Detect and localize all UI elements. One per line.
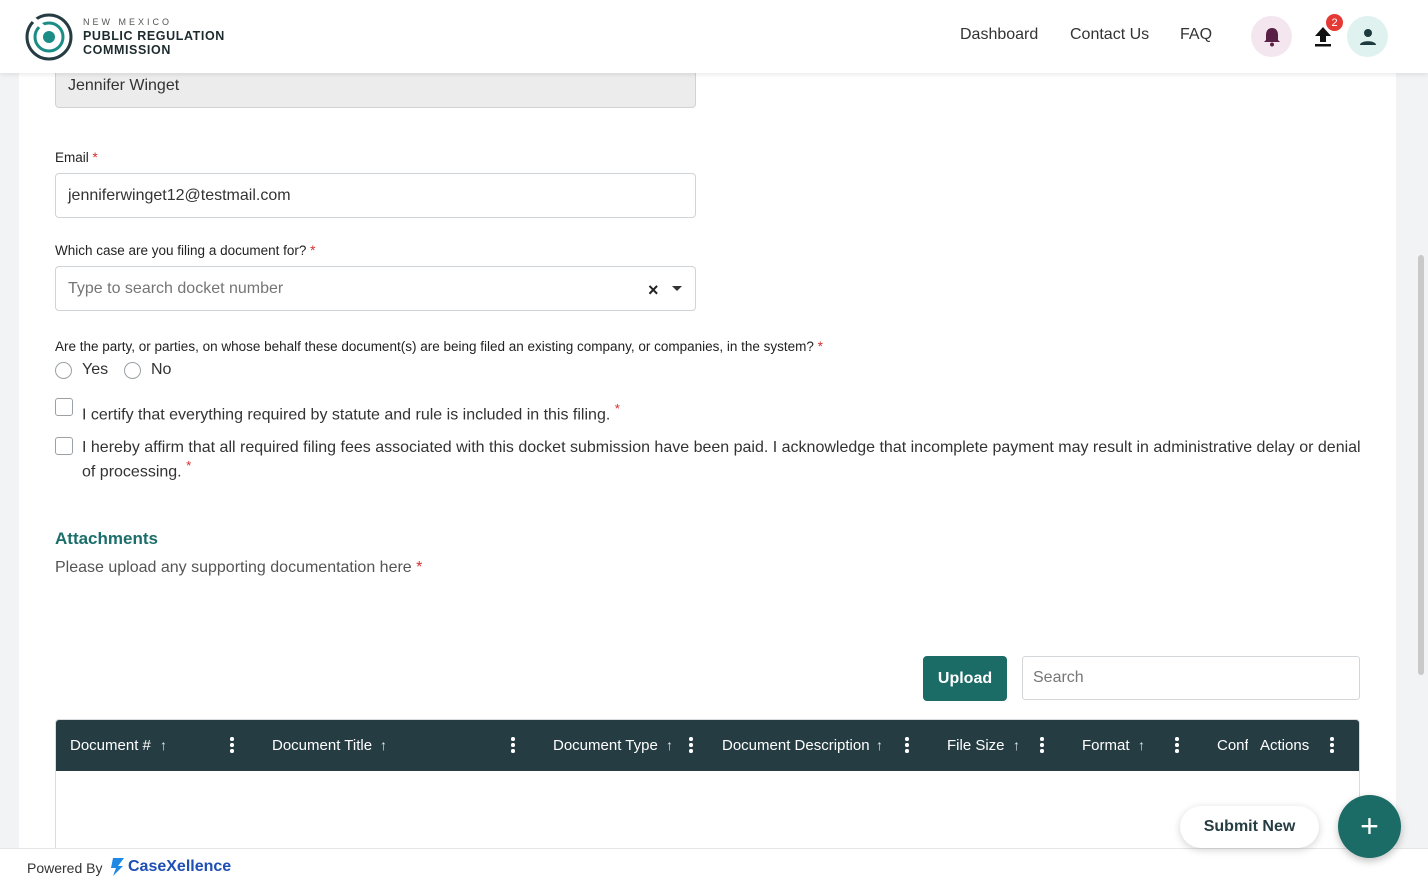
- plus-icon: +: [1360, 808, 1379, 844]
- affirm-label[interactable]: I hereby affirm that all required filing…: [82, 439, 1367, 481]
- nav-dashboard[interactable]: Dashboard: [960, 26, 1038, 44]
- attachments-heading: Attachments: [55, 529, 158, 548]
- name-value: Jennifer Winget: [68, 76, 180, 94]
- party-question: Are the party, or parties, on whose beha…: [55, 339, 823, 354]
- column-menu-icon[interactable]: [511, 737, 515, 753]
- nav-faq[interactable]: FAQ: [1180, 26, 1212, 44]
- column-menu-icon[interactable]: [1175, 737, 1179, 753]
- docket-search-select[interactable]: Type to search docket number: [55, 266, 696, 311]
- attachments-subtitle: Please upload any supporting documentati…: [55, 559, 423, 576]
- nav-contact-us[interactable]: Contact Us: [1070, 26, 1149, 44]
- top-header: NEW MEXICO PUBLIC REGULATION COMMISSION …: [0, 0, 1428, 73]
- sort-arrow-icon[interactable]: ↑: [876, 737, 883, 753]
- clear-icon[interactable]: ×: [648, 280, 659, 301]
- docket-placeholder: Type to search docket number: [68, 279, 284, 297]
- certify-checkbox[interactable]: [55, 398, 73, 416]
- user-menu-button[interactable]: [1347, 16, 1388, 57]
- email-value: jenniferwinget12@testmail.com: [68, 186, 291, 204]
- chevron-down-icon[interactable]: [672, 286, 682, 291]
- case-label: Which case are you filing a document for…: [55, 243, 316, 258]
- column-menu-icon[interactable]: [905, 737, 909, 753]
- prc-logo[interactable]: NEW MEXICO PUBLIC REGULATION COMMISSION: [24, 10, 225, 62]
- col-document-description[interactable]: Document Description: [722, 737, 870, 754]
- radio-no-label[interactable]: No: [151, 361, 171, 379]
- sort-arrow-icon[interactable]: ↑: [1138, 737, 1145, 753]
- sort-arrow-icon[interactable]: ↑: [160, 737, 167, 753]
- footer: Powered By CaseXellence: [0, 848, 1428, 885]
- radio-no[interactable]: [124, 362, 141, 379]
- affirm-checkbox[interactable]: [55, 437, 73, 455]
- col-document-type[interactable]: Document Type: [553, 737, 658, 754]
- bell-icon: [1263, 27, 1280, 46]
- org-line-1: NEW MEXICO: [83, 17, 173, 27]
- col-format[interactable]: Format: [1082, 737, 1130, 754]
- submit-new-button[interactable]: Submit New: [1180, 806, 1319, 848]
- column-menu-icon[interactable]: [1040, 737, 1044, 753]
- add-fab-button[interactable]: +: [1338, 795, 1401, 858]
- sort-arrow-icon[interactable]: ↑: [666, 737, 673, 753]
- certify-label[interactable]: I certify that everything required by st…: [82, 400, 620, 424]
- col-file-size[interactable]: File Size: [947, 737, 1005, 754]
- casexellence-text: CaseXellence: [128, 858, 232, 875]
- radio-yes-label[interactable]: Yes: [82, 361, 108, 379]
- prc-logo-icon: [25, 13, 73, 61]
- email-label: Email *: [55, 150, 98, 165]
- column-menu-icon[interactable]: [689, 737, 693, 753]
- user-icon: [1359, 28, 1376, 45]
- search-placeholder: Search: [1033, 669, 1084, 686]
- radio-yes[interactable]: [55, 362, 72, 379]
- notifications-button[interactable]: [1251, 16, 1292, 57]
- attachments-table: Document # ↑ Document Title ↑ Document T…: [55, 719, 1360, 859]
- scrollbar-thumb[interactable]: [1418, 255, 1424, 675]
- sort-arrow-icon[interactable]: ↑: [380, 737, 387, 753]
- upload-count-badge: 2: [1325, 13, 1344, 32]
- casexellence-mark-icon: [111, 858, 124, 876]
- col-document-title[interactable]: Document Title: [272, 737, 372, 754]
- col-confidential[interactable]: Conf: [1217, 737, 1248, 754]
- column-menu-icon[interactable]: [1330, 737, 1334, 753]
- col-document-number[interactable]: Document #: [70, 737, 151, 754]
- org-line-3: COMMISSION: [83, 43, 171, 57]
- powered-by-label: Powered By: [27, 860, 103, 876]
- org-line-2: PUBLIC REGULATION: [83, 29, 225, 43]
- email-field[interactable]: jenniferwinget12@testmail.com: [55, 173, 696, 218]
- column-menu-icon[interactable]: [230, 737, 234, 753]
- table-header: Document # ↑ Document Title ↑ Document T…: [56, 720, 1359, 771]
- casexellence-logo[interactable]: CaseXellence: [110, 857, 231, 877]
- sort-arrow-icon[interactable]: ↑: [1013, 737, 1020, 753]
- attachments-search-input[interactable]: Search: [1022, 656, 1360, 700]
- upload-button[interactable]: Upload: [923, 656, 1007, 701]
- col-actions[interactable]: Actions: [1260, 737, 1309, 754]
